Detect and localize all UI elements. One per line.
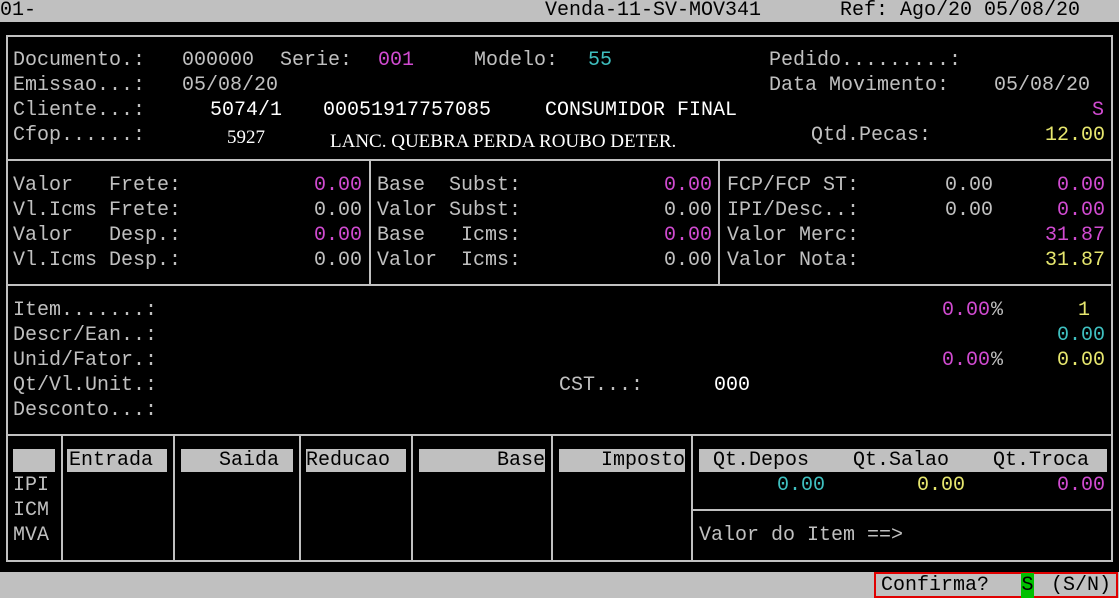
vl-icms-desp-label: Vl.Icms Desp.: [13, 249, 182, 272]
base-subst-label: Base Subst: [377, 174, 522, 197]
cliente-name: CONSUMIDOR FINAL [545, 99, 738, 122]
qt-troca-header: Qt.Troca [993, 449, 1090, 472]
valor-do-item-label: Valor do Item ==> [699, 524, 904, 547]
confirm-input[interactable]: S [1021, 573, 1034, 598]
qtd-pecas-value: 12.00 [1044, 124, 1105, 147]
divider [551, 435, 553, 562]
qt-depos-header: Qt.Depos [713, 449, 810, 472]
base-icms-value: 0.00 [663, 224, 712, 247]
serie-field[interactable]: 001 [378, 48, 414, 73]
confirm-prompt: Confirma? S (S/N) [874, 572, 1118, 598]
emissao-field[interactable]: 05/08/20 [182, 73, 278, 98]
divider [411, 435, 413, 562]
valor-icms-label: Valor Icms: [377, 249, 522, 272]
unid-percent: 0.00 [941, 349, 990, 372]
emissao-label: Emissao...: [13, 74, 146, 97]
valor-merc-value: 31.87 [1044, 224, 1105, 247]
cliente-code-field[interactable]: 5074/1 [210, 98, 282, 123]
tax-header-base: Base [419, 449, 545, 472]
descr-ean-label: Descr/Ean..: [13, 324, 158, 347]
base-icms-label: Base Icms: [377, 224, 522, 247]
base-subst-value: 0.00 [663, 174, 712, 197]
documento-field[interactable]: 000000 [182, 48, 254, 73]
valor-subst-label: Valor Subst: [377, 199, 522, 222]
qt-salao-header: Qt.Salao [853, 449, 950, 472]
valor-subst-value: 0.00 [663, 199, 712, 222]
valor-frete-value: 0.00 [313, 174, 362, 197]
valor-merc-label: Valor Merc: [727, 224, 860, 247]
percent-sign: % [991, 349, 1004, 372]
cliente-document: 00051917757085 [323, 99, 492, 122]
title-bar: 01- Venda-11-SV-MOV341 Ref: Ago/20 05/08… [0, 0, 1119, 22]
fcp-st-value: 0.00 [1056, 174, 1105, 197]
divider [692, 509, 1112, 511]
divider [173, 435, 175, 562]
cfop-description: LANC. QUEBRA PERDA ROUBO DETER. [330, 131, 677, 152]
confirm-options: (S/N) [1051, 574, 1112, 597]
cliente-flag: S [1092, 99, 1105, 122]
tax-header-imposto: Imposto [559, 449, 685, 472]
divider [6, 284, 1113, 286]
modelo-field[interactable]: 55 [588, 48, 612, 73]
reference-date: Ref: Ago/20 05/08/20 [840, 0, 1081, 22]
vl-icms-frete-label: Vl.Icms Frete: [13, 199, 182, 222]
qt-salao-value: 0.00 [916, 474, 965, 497]
data-movimento-label: Data Movimento: [769, 74, 950, 97]
screen-code: 01- [0, 0, 37, 22]
divider [718, 160, 720, 285]
unid-fator-label: Unid/Fator.: [13, 349, 158, 372]
divider [369, 160, 371, 285]
fcp-label: FCP/FCP ST: [727, 174, 860, 197]
fcp-value: 0.00 [944, 174, 993, 197]
tax-row-ipi: IPI [13, 474, 50, 497]
serie-label: Serie: [280, 49, 353, 72]
cfop-label: Cfop......: [13, 124, 146, 147]
valor-icms-value: 0.00 [663, 249, 712, 272]
qtd-pecas-label: Qtd.Pecas: [811, 124, 932, 147]
divider [61, 435, 63, 562]
tax-row-mva: MVA [13, 524, 50, 547]
cfop-field[interactable]: 5927 [227, 125, 265, 150]
desc-value: 0.00 [1056, 199, 1105, 222]
ipi-value: 0.00 [944, 199, 993, 222]
divider [6, 159, 1113, 161]
divider [691, 435, 693, 562]
cst-value[interactable]: 000 [714, 373, 750, 398]
ipi-desc-label: IPI/Desc..: [727, 199, 860, 222]
valor-desp-value: 0.00 [313, 224, 362, 247]
tax-header-entrada: Entrada [67, 449, 167, 472]
descr-ean-value: 0.00 [1056, 324, 1105, 347]
qt-vl-unit-label: Qt/Vl.Unit.: [13, 374, 158, 397]
item-percent: 0.00 [941, 299, 990, 322]
program-title: Venda-11-SV-MOV341 [545, 0, 762, 22]
cliente-label: Cliente...: [13, 99, 146, 122]
tax-header-blank [13, 449, 55, 472]
tax-header-saida: Saida [181, 449, 293, 472]
qt-depos-value: 0.00 [776, 474, 825, 497]
item-label: Item.......: [13, 299, 158, 322]
data-movimento-field[interactable]: 05/08/20 [994, 73, 1090, 98]
documento-label: Documento.: [13, 49, 146, 72]
vl-icms-frete-value: 0.00 [313, 199, 362, 222]
vl-icms-desp-value: 0.00 [313, 249, 362, 272]
tax-row-icm: ICM [13, 499, 50, 522]
modelo-label: Modelo: [474, 49, 559, 72]
valor-frete-label: Valor Frete: [13, 174, 182, 197]
cst-label: CST...: [559, 374, 644, 397]
confirm-label: Confirma? [881, 574, 990, 597]
percent-sign: % [991, 299, 1004, 322]
item-number[interactable]: 1 [1005, 298, 1090, 323]
valor-nota-value: 31.87 [1044, 249, 1105, 272]
valor-nota-label: Valor Nota: [727, 249, 860, 272]
desconto-label: Desconto...: [13, 399, 158, 422]
valor-desp-label: Valor Desp.: [13, 224, 182, 247]
tax-header-reducao: Reducao [306, 449, 406, 472]
unid-fator-value: 0.00 [1056, 349, 1105, 372]
qt-troca-value: 0.00 [1056, 474, 1105, 497]
pedido-label: Pedido.........: [769, 49, 962, 72]
divider [299, 435, 301, 562]
